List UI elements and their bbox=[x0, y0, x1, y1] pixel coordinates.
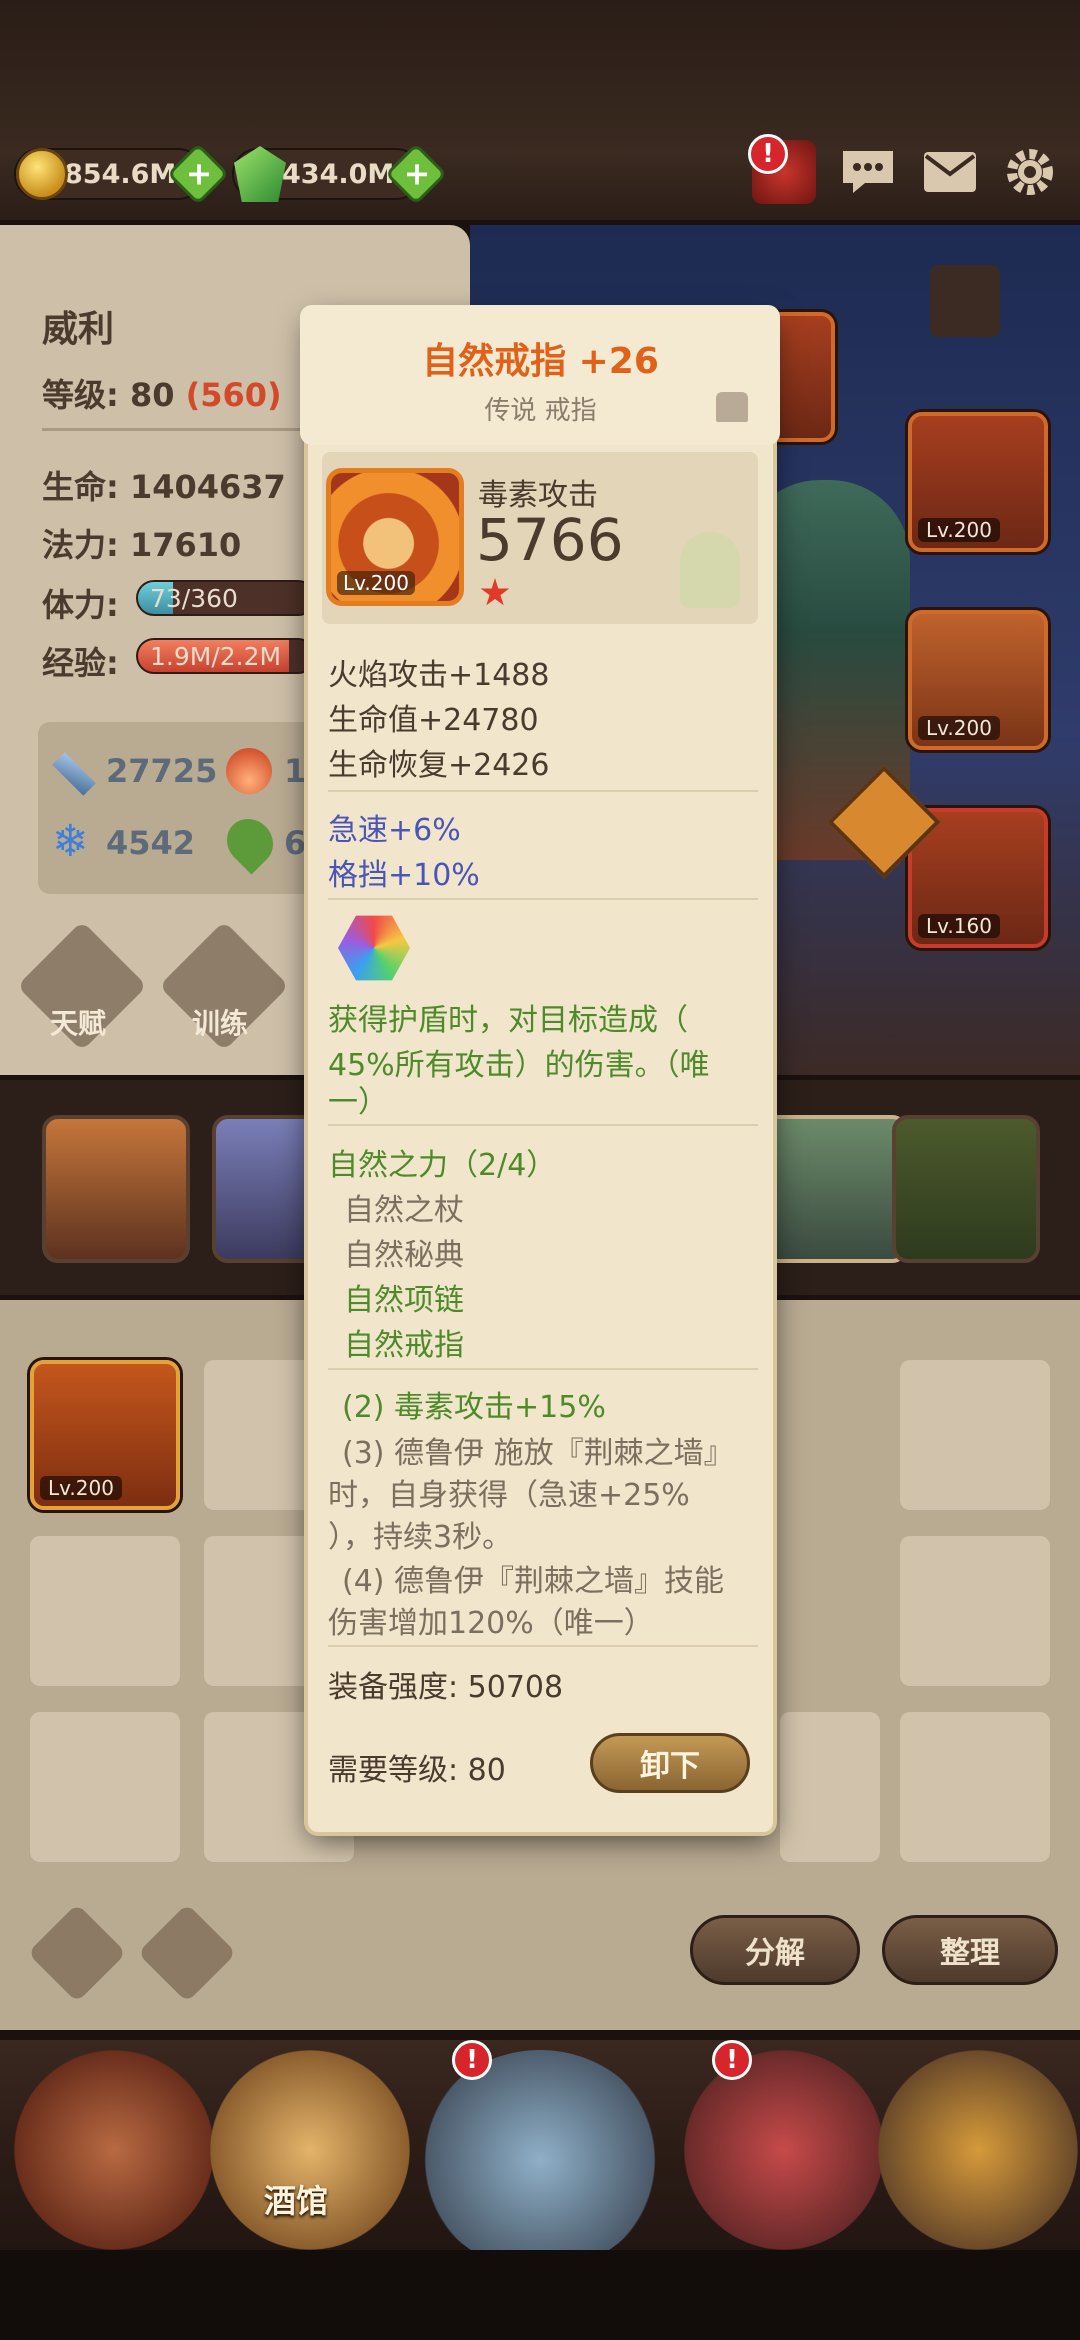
sort-button[interactable]: 整理 bbox=[882, 1915, 1058, 1985]
stat-line: 生命值+24780 bbox=[328, 703, 539, 738]
set-item: 自然秘典 bbox=[344, 1238, 464, 1273]
shirt-icon[interactable] bbox=[716, 392, 748, 422]
equip-slot-ring[interactable]: Lv.200 bbox=[908, 412, 1048, 552]
frost-icon: ❄ bbox=[52, 816, 89, 867]
main-stat-value: 5766 bbox=[476, 506, 624, 574]
fire-value: 1 bbox=[284, 752, 307, 790]
stat-line: 火焰攻击+1488 bbox=[328, 658, 550, 693]
unequip-button[interactable]: 卸下 bbox=[590, 1733, 750, 1793]
inventory-cell[interactable] bbox=[30, 1536, 180, 1686]
nav-altar-icon[interactable] bbox=[684, 2050, 884, 2250]
bottom-edge bbox=[0, 2250, 1080, 2340]
set-item-owned: 自然戒指 bbox=[344, 1328, 464, 1363]
set-bonus-4: (4) 德鲁伊『荆棘之墙』技能 bbox=[342, 1564, 725, 1599]
nav-forge-icon[interactable] bbox=[878, 2050, 1078, 2250]
fire-icon bbox=[226, 748, 272, 794]
hero-portrait[interactable] bbox=[892, 1115, 1040, 1263]
gold-amount: 854.6M bbox=[64, 158, 177, 190]
hero-name: 威利 bbox=[42, 309, 115, 350]
attack-value: 27725 bbox=[106, 752, 218, 790]
inventory-cell[interactable] bbox=[30, 1712, 180, 1862]
gold-coin-icon bbox=[16, 148, 68, 200]
set-bonus-4: 伤害增加120%（唯一） bbox=[328, 1606, 654, 1641]
hero-portrait[interactable] bbox=[42, 1115, 190, 1263]
set-item: 自然之杖 bbox=[344, 1193, 464, 1228]
gold-counter: 854.6M + bbox=[14, 142, 230, 206]
stat-line: 生命恢复+2426 bbox=[328, 748, 550, 783]
talent-button[interactable]: 天赋 bbox=[50, 1002, 106, 1042]
item-title: 自然戒指 +26 bbox=[422, 341, 659, 382]
nav-town-icon[interactable] bbox=[14, 2050, 214, 2250]
inventory-cell[interactable] bbox=[900, 1536, 1050, 1686]
frost-value: 4542 bbox=[106, 824, 196, 862]
inventory-cell[interactable] bbox=[900, 1712, 1050, 1862]
item-subtitle: 传说 戒指 bbox=[484, 396, 597, 426]
decompose-button[interactable]: 分解 bbox=[690, 1915, 860, 1985]
secondary-stat-line: 急速+6% bbox=[328, 813, 461, 848]
stamina-bar: 73/360 bbox=[136, 580, 316, 616]
hero-level: 等级: 80 (560) bbox=[42, 376, 282, 414]
required-level: 需要等级: 80 bbox=[328, 1753, 506, 1788]
mail-icon[interactable] bbox=[918, 140, 982, 204]
inventory-item[interactable]: Lv.200 bbox=[30, 1360, 180, 1510]
divider bbox=[328, 1124, 758, 1126]
set-bonus-3: (3) 德鲁伊 施放『荆棘之墙』 bbox=[342, 1436, 734, 1471]
divider bbox=[328, 1368, 758, 1370]
secondary-stat-line: 格挡+10% bbox=[328, 858, 480, 893]
gem-counter: 434.0M + bbox=[232, 142, 448, 206]
divider bbox=[328, 1645, 758, 1647]
nature-value: 6 bbox=[284, 824, 307, 862]
set-bonus-2: (2) 毒素攻击+15% bbox=[342, 1390, 606, 1425]
exp-bar: 1.9M/2.2M bbox=[136, 638, 316, 674]
poison-ghost-icon bbox=[680, 532, 740, 608]
bag-icon[interactable] bbox=[930, 265, 1000, 337]
inventory-cell[interactable] bbox=[900, 1360, 1050, 1510]
set-bonus-3: ），持续3秒。 bbox=[328, 1520, 513, 1555]
alert-badge-icon: ! bbox=[748, 134, 788, 174]
special-effect-line: 获得护盾时，对目标造成（ bbox=[328, 1003, 688, 1038]
gem-icon bbox=[234, 146, 286, 202]
special-effect-line: 一） bbox=[328, 1085, 388, 1120]
equipment-power: 装备强度: 50708 bbox=[328, 1670, 564, 1705]
hero-mp: 法力: 17610 bbox=[42, 526, 242, 564]
divider bbox=[328, 898, 758, 900]
equip-slot-armor[interactable]: Lv.200 bbox=[908, 610, 1048, 750]
set-bonus-3: 时，自身获得（急速+25% bbox=[328, 1478, 690, 1513]
settings-gear-icon[interactable] bbox=[998, 140, 1062, 204]
ring-item-icon: Lv.200 bbox=[326, 468, 464, 606]
stamina-label: 体力: bbox=[42, 586, 119, 624]
gem-amount: 434.0M bbox=[282, 158, 395, 190]
chat-icon[interactable] bbox=[836, 140, 900, 204]
train-button[interactable]: 训练 bbox=[192, 1002, 248, 1042]
set-title: 自然之力（2/4） bbox=[328, 1148, 557, 1183]
nav-tavern-label: 酒馆 bbox=[264, 2182, 329, 2220]
alert-badge-icon: ! bbox=[452, 2040, 492, 2080]
hero-hp: 生命: 1404637 bbox=[42, 468, 286, 506]
hero-portrait-selected[interactable] bbox=[760, 1115, 908, 1263]
nav-adventure-icon[interactable] bbox=[420, 2050, 660, 2270]
alert-badge-icon: ! bbox=[712, 2040, 752, 2080]
divider bbox=[42, 428, 302, 431]
set-item-owned: 自然项链 bbox=[344, 1283, 464, 1318]
divider bbox=[328, 790, 758, 792]
exp-label: 经验: bbox=[42, 644, 119, 682]
inventory-cell[interactable] bbox=[780, 1712, 880, 1862]
